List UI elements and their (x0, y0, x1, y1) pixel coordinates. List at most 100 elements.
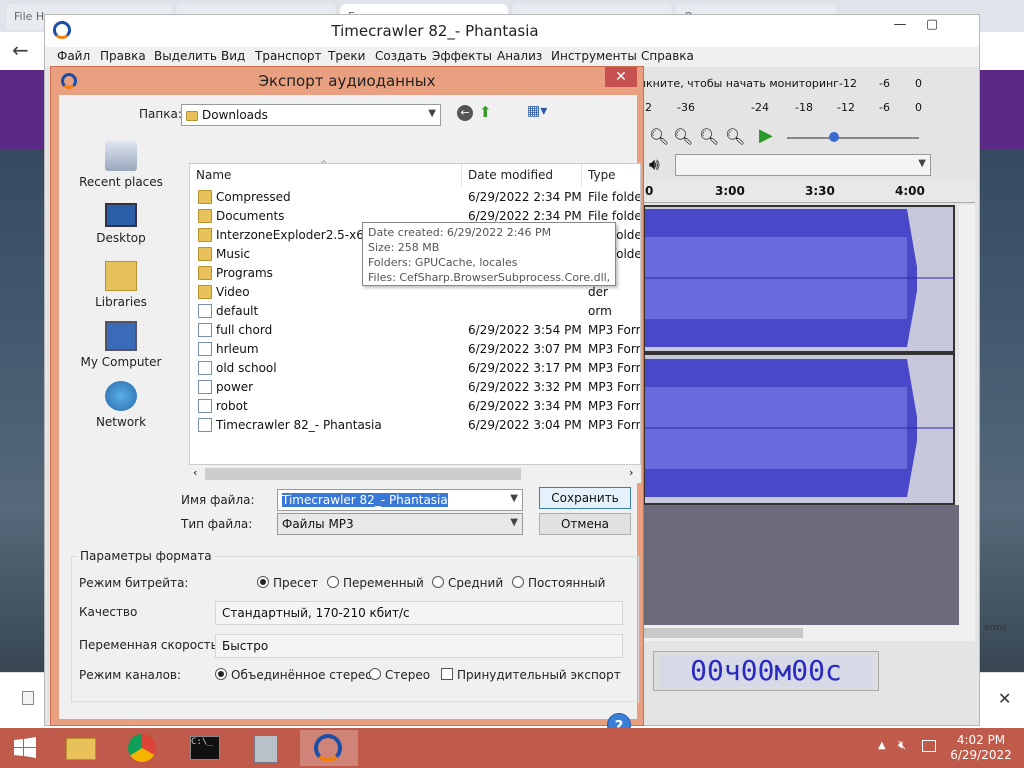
play-at-speed-icon[interactable]: ▶ (759, 125, 773, 146)
radio-stereo[interactable] (369, 668, 381, 680)
horizontal-scrollbar[interactable] (643, 625, 975, 641)
up-folder-icon[interactable]: ⬆ (479, 103, 492, 121)
time-display[interactable]: 00ч00м00с (659, 655, 873, 687)
file-row[interactable]: default orm (190, 302, 640, 321)
radio-constant[interactable] (512, 576, 524, 588)
speaker-icon: 🔊︎ (649, 155, 660, 175)
menu-tools[interactable]: Инструменты (551, 49, 637, 63)
edit-toolbar: 🔍︎ 🔍︎ 🔍︎ 🔍︎ ▶ (649, 123, 979, 151)
network-icon (105, 381, 137, 411)
file-name: Compressed (216, 190, 291, 204)
folder-icon (198, 266, 212, 280)
radio-average[interactable] (432, 576, 444, 588)
taskbar-chrome[interactable] (114, 730, 172, 766)
filetype-label: Тип файла: (181, 517, 253, 531)
zoom-toggle-icon[interactable]: 🔍︎ (725, 127, 745, 146)
force-mono-checkbox[interactable] (441, 668, 453, 680)
file-row[interactable]: full chord 6/29/2022 3:54 PM MP3 Form (190, 321, 640, 340)
tray-chevron-icon[interactable]: ▲ (878, 740, 886, 751)
track-empty-area[interactable] (643, 505, 959, 625)
filename-input[interactable]: Timecrawler 82_- Phantasia ▼ (277, 489, 523, 511)
zoom-fit-icon[interactable]: 🔍︎ (699, 127, 719, 146)
place-recent[interactable]: Recent places (75, 141, 167, 189)
folder-select[interactable]: Downloads ▼ (181, 104, 441, 126)
scroll-left-icon[interactable]: ‹ (193, 466, 197, 479)
playback-device-select[interactable]: ▼ (675, 154, 931, 176)
back-arrow-icon[interactable]: ← (12, 38, 29, 62)
start-button[interactable] (0, 730, 50, 766)
maximize-button[interactable]: ▢ (917, 15, 947, 37)
meter-tick: -18 (795, 101, 813, 114)
file-row[interactable]: robot 6/29/2022 3:34 PM MP3 Form (190, 397, 640, 416)
menu-edit[interactable]: Правка (100, 49, 146, 63)
slider-thumb[interactable] (829, 132, 839, 142)
menu-view[interactable]: Вид (221, 49, 245, 63)
view-menu-icon[interactable]: ▦▾ (527, 103, 547, 119)
menu-select[interactable]: Выделить (154, 49, 217, 63)
place-computer[interactable]: My Computer (75, 321, 167, 369)
file-type: MP3 Form (588, 380, 640, 394)
place-libraries[interactable]: Libraries (75, 261, 167, 309)
cancel-button[interactable]: Отмена (539, 513, 631, 535)
zoom-in-icon[interactable]: 🔍︎ (649, 127, 669, 146)
radio-variable[interactable] (327, 576, 339, 588)
dialog-close-button[interactable]: ✕ (605, 67, 637, 87)
audio-track[interactable] (643, 205, 955, 505)
back-icon[interactable]: ← (457, 105, 473, 121)
menu-generate[interactable]: Создать (375, 49, 427, 63)
recording-meter[interactable]: лкните, чтобы начать мониторинг -12 -6 0 (639, 71, 979, 97)
radio-label: Постоянный (528, 576, 606, 590)
timeline-ruler[interactable]: 0 3:00 3:30 4:00 (643, 181, 975, 203)
menu-transport[interactable]: Транспорт (255, 49, 322, 63)
taskbar-cmd[interactable]: C:\_ (176, 730, 234, 766)
file-list[interactable]: Name Date modified Type ^ Compressed 6/29… (189, 160, 641, 465)
scroll-right-icon[interactable]: › (629, 466, 633, 479)
taskbar-app[interactable] (238, 730, 296, 766)
new-folder-icon[interactable] (503, 105, 519, 117)
file-date: 6/29/2022 3:17 PM (468, 361, 582, 375)
varspeed-select[interactable]: Быстро (215, 634, 623, 658)
place-desktop[interactable]: Desktop (75, 203, 167, 245)
speed-slider[interactable] (787, 137, 919, 139)
menu-analyze[interactable]: Анализ (497, 49, 542, 63)
file-row[interactable]: old school 6/29/2022 3:17 PM MP3 Form (190, 359, 640, 378)
file-row[interactable]: Timecrawler 82_- Phantasia 6/29/2022 3:04… (190, 416, 640, 435)
terminal-icon: C:\_ (190, 736, 220, 760)
minimize-button[interactable]: — (885, 15, 915, 37)
scroll-thumb[interactable] (205, 468, 521, 480)
export-dialog: Экспорт аудиоданных ✕ Папка: Downloads ▼ … (50, 66, 644, 737)
action-center-icon[interactable] (922, 740, 936, 752)
scroll-thumb[interactable] (643, 628, 803, 638)
audio-file-icon (198, 342, 212, 356)
file-type: MP3 Form (588, 361, 640, 375)
playback-meter[interactable]: 2 -36 -24 -18 -12 -6 0 (645, 97, 979, 121)
menu-help[interactable]: Справка (641, 49, 694, 63)
taskbar-explorer[interactable] (52, 730, 110, 766)
menu-effects[interactable]: Эффекты (432, 49, 492, 63)
file-date: 6/29/2022 3:34 PM (468, 399, 582, 413)
column-header-type[interactable]: Type (582, 164, 640, 186)
save-button[interactable]: Сохранить (539, 487, 631, 509)
file-list-scrollbar[interactable]: ‹ › (189, 465, 641, 483)
speaker-muted-icon[interactable]: 🔇︎ (898, 738, 906, 753)
place-network[interactable]: Network (75, 381, 167, 429)
file-row[interactable]: power 6/29/2022 3:32 PM MP3 Form (190, 378, 640, 397)
taskbar-clock[interactable]: 4:02 PM 6/29/2022 (944, 733, 1018, 763)
taskbar-audacity[interactable] (300, 730, 358, 766)
menu-tracks[interactable]: Треки (328, 49, 365, 63)
vertical-scrollbar[interactable] (959, 205, 975, 625)
menu-file[interactable]: Файл (57, 49, 90, 63)
file-date: 6/29/2022 2:34 PM (468, 190, 582, 204)
sort-arrow-icon: ^ (320, 160, 328, 170)
radio-preset[interactable] (257, 576, 269, 588)
dialog-title: Экспорт аудиоданных (258, 72, 436, 90)
column-header-date[interactable]: Date modified (462, 164, 582, 186)
close-icon[interactable]: ✕ (998, 689, 1011, 708)
file-row[interactable]: hrleum 6/29/2022 3:07 PM MP3 Form (190, 340, 640, 359)
file-row[interactable]: Compressed 6/29/2022 2:34 PM File folder (190, 188, 640, 207)
folder-tooltip: Date created: 6/29/2022 2:46 PM Size: 25… (362, 222, 616, 286)
quality-select[interactable]: Стандартный, 170-210 кбит/с (215, 601, 623, 625)
zoom-out-icon[interactable]: 🔍︎ (673, 127, 693, 146)
filetype-select[interactable]: Файлы MP3 ▼ (277, 513, 523, 535)
radio-joint-stereo[interactable] (215, 668, 227, 680)
